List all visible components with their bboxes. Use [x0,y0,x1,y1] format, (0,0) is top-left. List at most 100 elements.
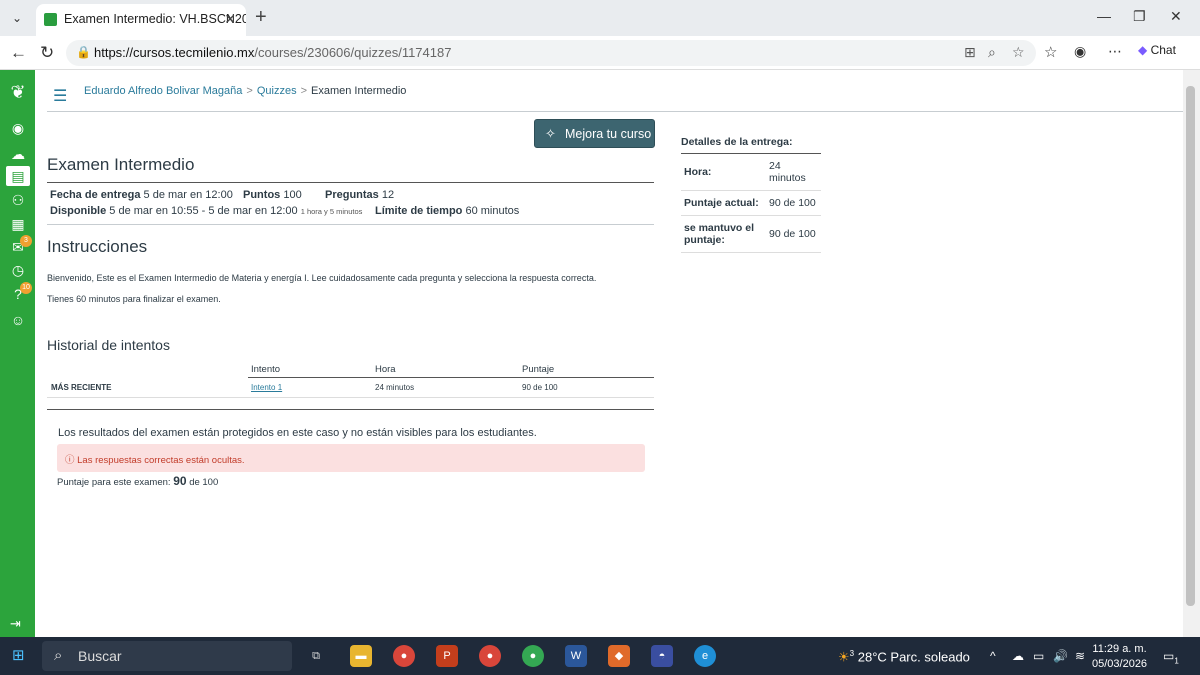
quiz-score: Puntaje para este examen: 90 de 100 [57,474,218,488]
battery-icon[interactable]: ▭ [1033,649,1044,663]
tecmilenio-logo-icon[interactable]: ❦ [8,82,28,102]
col-score: Puntaje [522,364,555,375]
detail-label: se mantuvo el puntaje: [684,222,755,247]
meta-divider [47,224,654,225]
url-field[interactable]: 🔒 https://cursos.tecmilenio.mx/courses/2… [66,40,1036,66]
results-notice: Los resultados del examen están protegid… [58,427,537,439]
tab-actions-menu-icon[interactable]: ⌄ [6,8,28,28]
available-label: Disponible [50,205,107,217]
chrome-icon[interactable]: ● [393,645,415,667]
edge-icon[interactable]: e [694,645,716,667]
questions: Preguntas 12 [325,189,394,201]
instructions-text-2: Tienes 60 minutos para finalizar el exam… [47,294,221,304]
chat-label: Chat [1150,43,1176,57]
detail-row: Puntaje actual: 90 de 100 [681,191,821,217]
weather-temp: 28°C [857,649,887,665]
inbox-badge: 3 [20,235,32,247]
courses-icon[interactable]: ▤ [6,166,30,186]
questions-value: 12 [381,189,395,201]
available-value: 5 de mar en 10:55 - 5 de mar en 12:00 [109,205,298,217]
row-attempt[interactable]: Intento 1 [251,383,282,392]
account-icon[interactable]: ◉ [8,118,28,138]
improve-course-button[interactable]: ✧ Mejora tu curso [534,119,655,148]
robot-icon[interactable]: ☺ [8,310,28,330]
app-icon[interactable]: ◆ [608,645,630,667]
history-icon[interactable]: ◷ [8,260,28,280]
expand-nav-icon[interactable]: ⇥ [10,616,21,632]
minimize-icon[interactable]: — [1097,8,1111,24]
more-options-icon[interactable]: ⋯ [1108,43,1122,60]
groups-icon[interactable]: ⚇ [8,190,28,210]
chrome-profile-icon[interactable]: ● [479,645,501,667]
favorite-star-icon[interactable]: ☆ [1012,44,1025,61]
breadcrumb-separator-icon: > [300,85,308,97]
app-icon-2[interactable]: ◓ [651,645,673,667]
app-available-icon[interactable]: ⊞ [964,44,976,61]
attempt-link[interactable]: Intento 1 [251,383,282,392]
due-label: Fecha de entrega [50,189,141,201]
detail-value: 24 minutos [769,160,806,184]
points-label: Puntos [243,189,281,201]
taskbar-search[interactable]: ⌕ Buscar [42,641,292,671]
scrollbar-thumb[interactable] [1186,86,1195,606]
active-tab[interactable]: Examen Intermedio: VH.BSCN2001 ✕ [36,4,246,36]
col-time: Hora [375,364,396,375]
detail-label: Puntaje actual: [684,197,759,210]
breadcrumb-current: Examen Intermedio [311,85,407,97]
sparkle-icon: ✧ [545,126,556,141]
chrome-alt-icon[interactable]: ● [522,645,544,667]
system-clock[interactable]: 11:29 a. m. 05/03/2026 [1092,642,1147,672]
score-suffix: de 100 [189,477,219,488]
search-placeholder: Buscar [78,648,122,664]
notification-count: 1 [1174,656,1179,666]
breadcrumb: Eduardo Alfredo Bolivar Magaña > Quizzes > E… [84,85,406,97]
close-tab-icon[interactable]: ✕ [224,11,236,28]
alert-text: Las respuestas correctas están ocultas. [77,455,245,466]
warning-icon: ⓘ [65,455,78,466]
profile-icon[interactable]: ◉ [1074,43,1086,60]
close-window-icon[interactable]: ✕ [1170,8,1182,25]
browser-tab-bar: ⌄ Examen Intermedio: VH.BSCN2001 ✕ + — ❐… [0,0,1200,36]
available-duration: 1 hora y 5 minutos [300,207,363,216]
tab-title: Examen Intermedio: VH.BSCN2001 [64,12,246,26]
task-view-icon[interactable]: ⧉ [305,645,327,667]
submission-details: Detalles de la entrega: Hora: 24 minutos … [681,136,821,254]
calendar-icon[interactable]: ▦ [8,214,28,234]
file-explorer-icon[interactable]: ▬ [350,645,372,667]
row-label: MÁS RECIENTE [51,383,112,392]
help-badge: 10 [20,282,32,294]
weather-widget[interactable]: ☀3 28°C Parc. soleado [838,649,970,665]
maximize-icon[interactable]: ❐ [1133,8,1146,25]
cloud-icon[interactable]: ☁ [1012,649,1024,663]
favorites-icon[interactable]: ☆ [1044,43,1057,61]
powerpoint-icon[interactable]: P [436,645,458,667]
available: Disponible 5 de mar en 10:55 - 5 de mar … [50,205,362,217]
course-menu-icon[interactable]: ☰ [53,86,67,106]
back-icon[interactable]: ← [10,43,27,63]
show-hidden-icons-icon[interactable]: ^ [990,649,996,663]
site-info-icon[interactable]: 🔒 [76,45,91,59]
weather-icon: ☀ [838,649,850,665]
points: Puntos 100 [243,189,302,201]
global-navigation-rail: ❦ ◉ ☁ ▤ ⚇ ▦ ✉ 3 ◷ ? 10 ☺ ⇥ [0,70,35,637]
windows-start-icon[interactable]: ⊞ [12,648,28,664]
dashboard-icon[interactable]: ☁ [8,144,28,164]
breadcrumb-user-link[interactable]: Eduardo Alfredo Bolivar Magaña [84,85,242,97]
refresh-icon[interactable]: ↻ [40,43,54,63]
submission-details-title: Detalles de la entrega: [681,136,821,154]
wifi-icon[interactable]: ≋ [1075,649,1085,663]
hidden-answers-alert: ⓘ Las respuestas correctas están ocultas… [57,444,645,472]
history-heading: Historial de intentos [47,337,170,353]
notifications-icon[interactable]: ▭1 [1163,649,1179,665]
col-attempt: Intento [251,364,281,375]
new-tab-icon[interactable]: + [255,6,267,29]
detail-value: 90 de 100 [769,197,816,210]
zoom-icon[interactable]: ⌕ [988,44,996,61]
word-icon[interactable]: W [565,645,587,667]
time-limit-value: 60 minutos [465,205,520,217]
header-divider [47,111,1183,112]
results-divider [47,409,654,410]
volume-icon[interactable]: 🔊 [1053,649,1068,663]
breadcrumb-quizzes-link[interactable]: Quizzes [257,85,297,97]
copilot-chat-button[interactable]: ◆ Chat [1138,43,1176,57]
